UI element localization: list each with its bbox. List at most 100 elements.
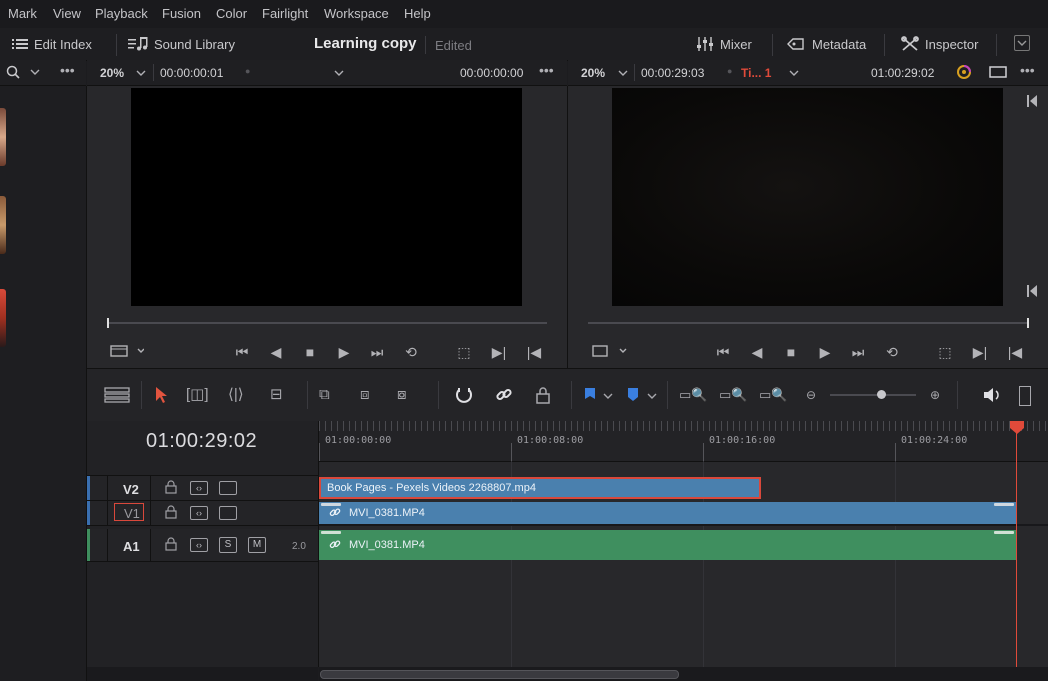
flag-icon[interactable]	[584, 387, 596, 403]
auto-select-icon[interactable]: ‹›	[190, 506, 208, 520]
zoom-out-icon[interactable]: ⊖	[806, 386, 816, 404]
source-zoom[interactable]: 20%	[100, 66, 124, 80]
skip-to-start-icon[interactable]: ⏮	[712, 343, 734, 361]
menu-playback[interactable]: Playback	[95, 6, 148, 21]
track-header-v1[interactable]: V1 ‹›	[87, 501, 318, 526]
timeline-view-options-icon[interactable]	[104, 387, 130, 403]
snapping-icon[interactable]	[455, 386, 473, 404]
more-options-icon[interactable]: •••	[1020, 62, 1035, 78]
track-visibility-icon[interactable]	[219, 506, 237, 520]
track-header-v2[interactable]: V2 ‹›	[87, 476, 318, 501]
sound-library-button[interactable]: Sound Library	[128, 34, 235, 54]
selection-tool-icon[interactable]	[154, 386, 168, 404]
zoom-full-icon[interactable]: ▭🔍	[679, 386, 707, 404]
media-thumbnail[interactable]	[0, 289, 6, 347]
marker-icon[interactable]	[627, 387, 639, 403]
source-view-options-button[interactable]	[109, 344, 145, 362]
position-lock-icon[interactable]	[535, 386, 551, 404]
audio-volume-icon[interactable]	[983, 387, 1001, 403]
media-thumbnail[interactable]	[0, 196, 6, 254]
zoom-custom-icon[interactable]: ▭🔍	[759, 386, 787, 404]
timeline-scrubber-handle[interactable]	[1027, 318, 1029, 328]
timeline-view-options-button[interactable]	[590, 344, 630, 362]
stop-icon[interactable]: ■	[780, 343, 802, 361]
clip-v1[interactable]: MVI_0381.MP4	[319, 502, 1016, 524]
lock-icon[interactable]	[165, 537, 177, 551]
timeline-viewer-zoom[interactable]: 20%	[581, 66, 605, 80]
chevron-down-icon[interactable]	[647, 391, 657, 401]
chevron-down-icon[interactable]	[789, 68, 799, 78]
mark-in-icon[interactable]: |◀	[523, 343, 545, 361]
dynamic-trim-icon[interactable]: ⟨|⟩	[228, 386, 244, 404]
menu-fusion[interactable]: Fusion	[162, 6, 201, 21]
timeline-scrubber[interactable]	[588, 322, 1028, 324]
menu-color[interactable]: Color	[216, 6, 247, 21]
mark-out-icon[interactable]: ▶|	[488, 343, 510, 361]
loop-icon[interactable]: ⟲	[881, 343, 903, 361]
zoom-slider-handle[interactable]	[877, 390, 886, 399]
menu-mark[interactable]: Mark	[8, 6, 37, 21]
color-wheel-icon[interactable]	[956, 64, 972, 80]
mark-out-icon[interactable]: ▶|	[969, 343, 991, 361]
stop-icon[interactable]: ■	[299, 343, 321, 361]
track-visibility-icon[interactable]	[219, 481, 237, 495]
match-frame-icon[interactable]: ⬚	[934, 343, 956, 361]
audio-meter-icon[interactable]	[1019, 386, 1031, 406]
timeline-viewer-screen[interactable]	[612, 88, 1003, 306]
previous-edit-icon[interactable]	[1026, 94, 1038, 108]
skip-to-end-icon[interactable]: ⏭	[366, 343, 388, 361]
source-viewer-screen[interactable]	[131, 88, 522, 306]
menu-fairlight[interactable]: Fairlight	[262, 6, 308, 21]
blade-tool-icon[interactable]: ⊟	[270, 386, 283, 404]
mute-button[interactable]: M	[248, 537, 266, 553]
timeline-scrollbar[interactable]	[319, 667, 1048, 681]
match-frame-icon[interactable]: ⬚	[453, 343, 475, 361]
replace-clip-icon[interactable]: ⧇	[397, 386, 407, 404]
timeline-area[interactable]: 01:00:00:00 01:00:08:00 01:00:16:00 01:0…	[319, 421, 1048, 667]
more-options-icon[interactable]: •••	[60, 62, 75, 78]
play-reverse-icon[interactable]: ◀	[746, 343, 768, 361]
overwrite-clip-icon[interactable]: ⧈	[360, 386, 370, 404]
track-header-a1[interactable]: A1 ‹› S M 2.0	[87, 529, 318, 562]
play-icon[interactable]: ▶	[814, 343, 836, 361]
auto-select-icon[interactable]: ‹›	[190, 481, 208, 495]
mark-in-icon[interactable]: |◀	[1004, 343, 1026, 361]
clip-handle[interactable]	[994, 503, 1014, 506]
timeline-name[interactable]: Ti... 1	[741, 66, 771, 80]
next-edit-icon[interactable]	[1026, 284, 1038, 298]
insert-clip-icon[interactable]: ⧉	[319, 386, 330, 404]
clip-a1[interactable]: MVI_0381.MP4	[319, 530, 1016, 560]
clip-handle[interactable]	[994, 531, 1014, 534]
viewer-mode-icon[interactable]	[989, 66, 1007, 78]
play-reverse-icon[interactable]: ◀	[265, 343, 287, 361]
chevron-down-icon[interactable]	[618, 68, 628, 78]
timeline-ruler[interactable]: 01:00:00:00 01:00:08:00 01:00:16:00 01:0…	[319, 421, 1048, 462]
auto-select-icon[interactable]: ‹›	[190, 538, 208, 552]
clip-handle[interactable]	[321, 531, 341, 534]
zoom-detail-icon[interactable]: ▭🔍	[719, 386, 747, 404]
search-icon[interactable]	[6, 65, 20, 79]
edit-index-button[interactable]: Edit Index	[12, 34, 92, 54]
play-icon[interactable]: ▶	[333, 343, 355, 361]
zoom-slider[interactable]	[830, 394, 916, 396]
trim-tool-icon[interactable]: [◫]	[186, 386, 209, 404]
linked-selection-icon[interactable]	[495, 386, 513, 404]
inspector-button[interactable]: Inspector	[901, 34, 978, 54]
media-thumbnail[interactable]	[0, 108, 6, 166]
lock-icon[interactable]	[165, 480, 177, 494]
menu-help[interactable]: Help	[404, 6, 431, 21]
clip-v2[interactable]: Book Pages - Pexels Videos 2268807.mp4	[319, 477, 761, 499]
skip-to-start-icon[interactable]: ⏮	[231, 343, 253, 361]
chevron-down-icon[interactable]	[136, 68, 146, 78]
mixer-button[interactable]: Mixer	[696, 34, 752, 54]
solo-button[interactable]: S	[219, 537, 237, 553]
chevron-down-icon[interactable]	[334, 68, 344, 78]
chevron-down-icon[interactable]	[30, 67, 40, 77]
more-options-icon[interactable]: •••	[539, 62, 554, 78]
playhead[interactable]	[1009, 421, 1025, 435]
chevron-down-icon[interactable]	[603, 391, 613, 401]
zoom-in-icon[interactable]: ⊕	[930, 386, 940, 404]
loop-icon[interactable]: ⟲	[400, 343, 422, 361]
scrollbar-thumb[interactable]	[320, 670, 679, 679]
metadata-button[interactable]: Metadata	[786, 34, 866, 54]
